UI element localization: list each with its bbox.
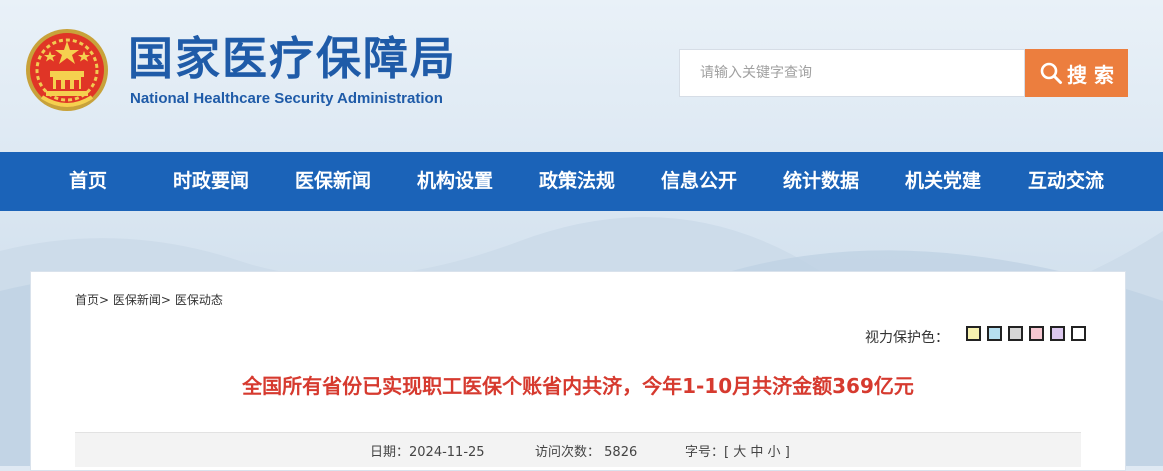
font-size-label: 字号： [685,445,725,460]
date-value: 2024-11-25 [409,445,485,460]
article-visits: 访问次数： 5826 [535,441,637,460]
site-title-chinese[interactable]: 国家医疗保障局 [128,32,457,86]
breadcrumb-dynamics[interactable]: 医保动态 [175,293,223,307]
visits-label: 访问次数： [535,445,601,460]
swatch-yellow[interactable] [966,326,981,341]
article-title: 全国所有省份已实现职工医保个账省内共济，今年1-10月共济金额369亿元 [242,374,914,398]
article-panel: 首页> 医保新闻> 医保动态 视力保护色： 全国所有省份已实现职工医保个账省内共… [30,271,1126,471]
nav-item-organization[interactable]: 机构设置 [417,152,493,211]
nav-item-party-building[interactable]: 机关党建 [905,152,981,211]
article-date: 日期：2024-11-25 [370,441,485,460]
font-size-medium[interactable]: 中 [750,445,763,460]
nav-item-statistics[interactable]: 统计数据 [783,152,859,211]
swatch-blue[interactable] [987,326,1002,341]
breadcrumb-separator: > [160,293,171,307]
font-size-large[interactable]: 大 [733,445,746,460]
article-meta-bar: 日期：2024-11-25 访问次数： 5826 字号：[ 大 中 小 ] [75,432,1081,467]
nav-item-current-affairs[interactable]: 时政要闻 [173,152,249,211]
swatch-gray[interactable] [1008,326,1023,341]
font-size-bracket-close: ] [784,445,790,460]
site-header: 国家医疗保障局 National Healthcare Security Adm… [0,0,1163,152]
national-emblem-icon[interactable] [24,27,110,113]
breadcrumb: 首页> 医保新闻> 医保动态 [75,291,223,308]
font-size-bracket-open: [ [724,445,730,460]
main-nav: 首页 时政要闻 医保新闻 机构设置 政策法规 信息公开 统计数据 机关党建 互动… [0,152,1163,211]
search-input[interactable] [680,50,1024,96]
nav-item-interaction[interactable]: 互动交流 [1028,152,1104,211]
search-button-label: 搜 索 [1067,62,1114,87]
search-icon [1040,62,1063,84]
swatch-pink[interactable] [1029,326,1044,341]
nav-item-news[interactable]: 医保新闻 [295,152,371,211]
visits-value: 5826 [604,445,638,460]
swatch-white[interactable] [1071,326,1086,341]
breadcrumb-separator: > [99,293,110,307]
eye-protection-label: 视力保护色： [865,330,949,346]
nav-item-policies[interactable]: 政策法规 [539,152,615,211]
breadcrumb-news[interactable]: 医保新闻 [113,293,161,307]
font-size-small[interactable]: 小 [768,445,781,460]
breadcrumb-home[interactable]: 首页 [75,293,99,307]
nav-item-home[interactable]: 首页 [69,152,107,211]
swatch-purple[interactable] [1050,326,1065,341]
site-title-english[interactable]: National Healthcare Security Administrat… [130,89,443,109]
eye-protection-swatches [966,326,1092,341]
date-label: 日期： [370,445,410,460]
search-box [679,49,1025,97]
nav-item-disclosure[interactable]: 信息公开 [661,152,737,211]
font-size-control: 字号：[ 大 中 小 ] [685,441,790,460]
search-button[interactable]: 搜 索 [1025,49,1128,97]
